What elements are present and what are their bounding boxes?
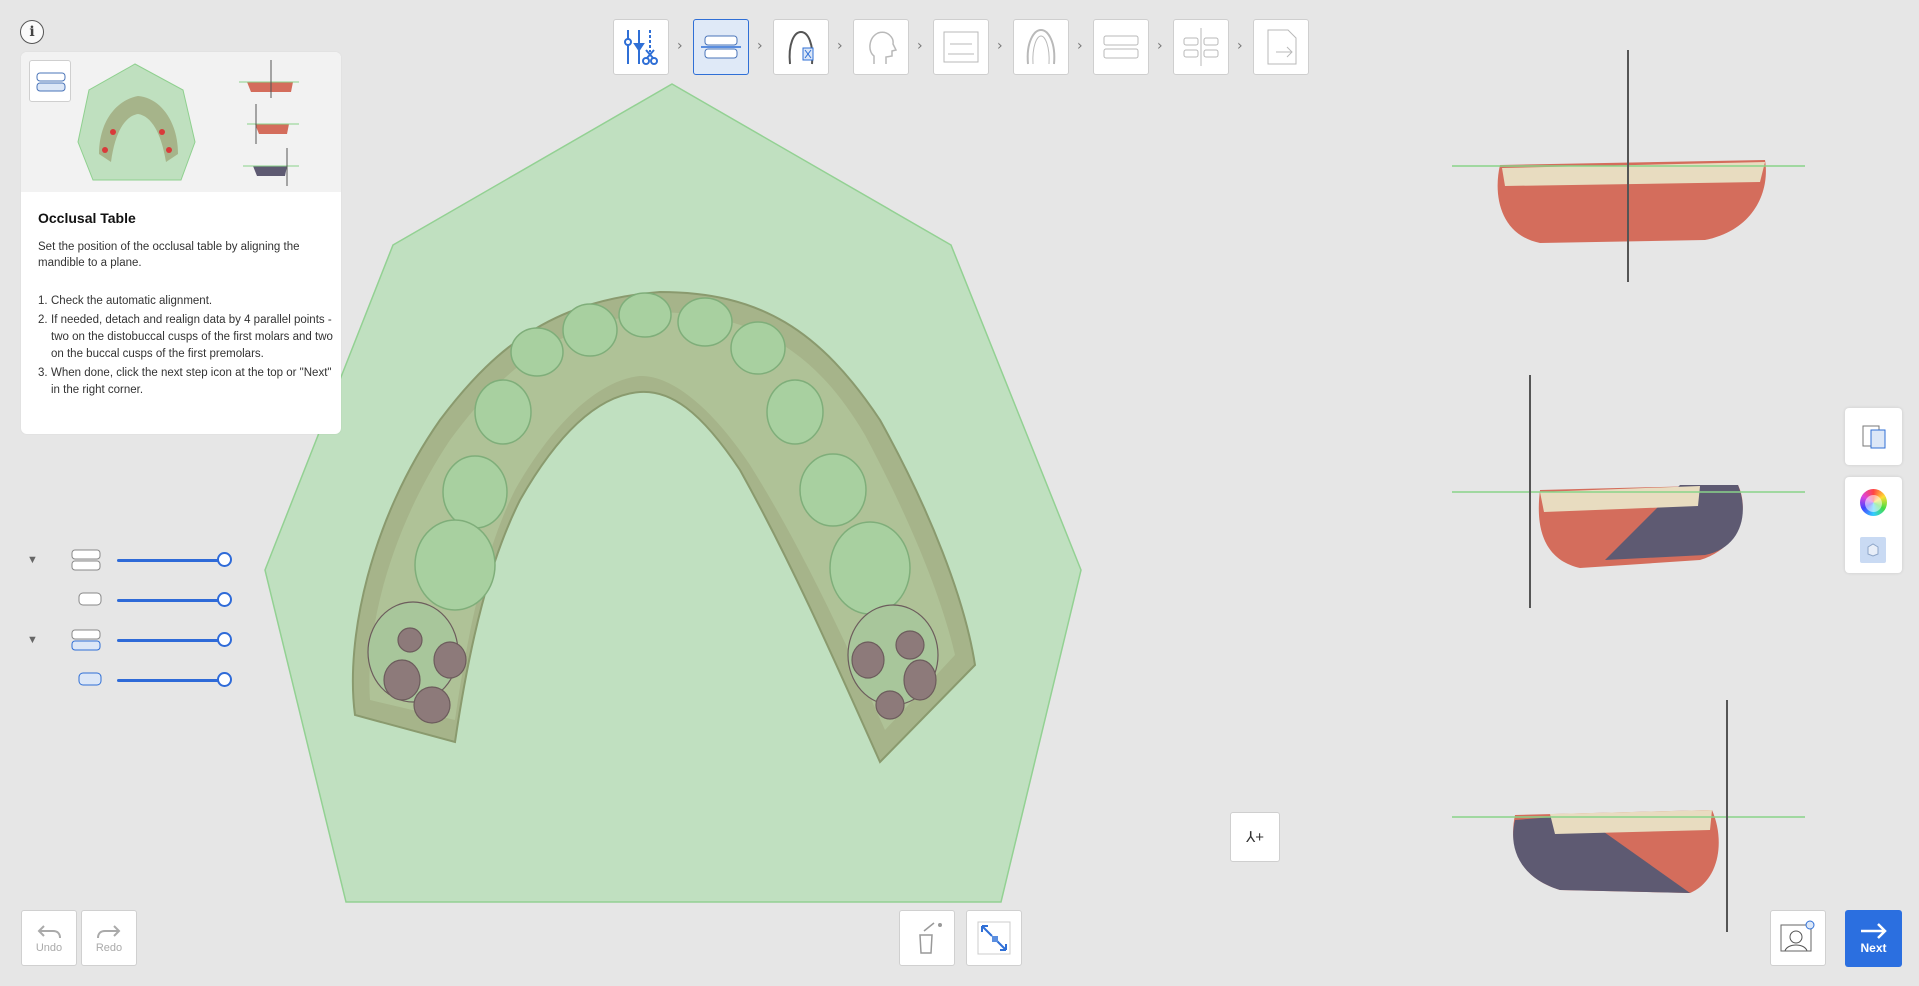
lower-jaw-icon <box>71 629 101 651</box>
undo-label: Undo <box>35 942 63 954</box>
step-chevron-icon: › <box>1077 38 1083 54</box>
data-trim-step-button[interactable] <box>613 19 669 75</box>
upper-jaw-icon <box>71 549 101 571</box>
guide-panel: Occlusal Table Set the position of the o… <box>21 52 341 434</box>
undo-icon <box>37 925 61 939</box>
collapse-upper-icon[interactable]: ▼ <box>27 554 38 566</box>
case-info-button[interactable] <box>1770 910 1826 966</box>
display-tools-group <box>1845 477 1902 573</box>
tooth-arch-icon <box>788 30 814 65</box>
step-chevron-icon: › <box>1237 38 1243 54</box>
step-chevron-icon: › <box>997 38 1003 54</box>
redo-button[interactable]: Redo <box>81 910 137 966</box>
guide-step: 2. If needed, detach and realign data by … <box>38 314 333 360</box>
eraser-tool-button[interactable] <box>899 910 955 966</box>
eraser-icon <box>919 922 942 954</box>
lower-jaw-sub-icon <box>78 672 102 686</box>
lower-jaw-sub-slider-track[interactable] <box>117 679 225 682</box>
collapse-lower-icon[interactable]: ▼ <box>27 634 38 646</box>
step-chevron-icon: › <box>917 38 923 54</box>
upper-jaw-sub-slider-track[interactable] <box>117 599 225 602</box>
side-view-preview-right <box>1452 700 1805 932</box>
lower-jaw-slider-knob[interactable] <box>217 632 232 647</box>
arrow-right-icon <box>1860 923 1887 939</box>
add-point-button[interactable]: ⅄+ <box>1230 812 1280 862</box>
lower-jaw-sub-slider-knob[interactable] <box>217 672 232 687</box>
occlusal-table-step-button[interactable] <box>693 19 749 75</box>
guide-step: 3. When done, click the next step icon at… <box>38 367 332 396</box>
step-chevron-icon: › <box>837 38 843 54</box>
guide-model-thumbnail <box>29 60 71 102</box>
articulator-icon <box>1103 35 1139 59</box>
arch-design-step-button[interactable] <box>1013 19 1069 75</box>
cbct-icon <box>943 31 979 63</box>
guide-steps: 1. Check the automatic alignment. 2. If ne… <box>38 293 333 401</box>
analysis-icon <box>1183 28 1219 66</box>
upper-jaw-slider-knob[interactable] <box>217 552 232 567</box>
face-scan-step-button[interactable] <box>853 19 909 75</box>
cbct-step-button[interactable] <box>933 19 989 75</box>
upper-jaw-sub-slider-knob[interactable] <box>217 592 232 607</box>
face-profile-icon <box>869 31 898 64</box>
step-chevron-icon: › <box>757 38 763 54</box>
fit-view-button[interactable] <box>966 910 1022 966</box>
tooth-setup-step-button[interactable] <box>773 19 829 75</box>
redo-icon <box>97 925 121 939</box>
side-view-preview-left <box>1452 375 1805 608</box>
guide-illustration <box>21 52 341 192</box>
export-step-button[interactable] <box>1253 19 1309 75</box>
view-layout-icon <box>1862 425 1885 448</box>
next-label: Next <box>1860 941 1887 955</box>
arch-icon <box>1026 28 1056 65</box>
export-document-icon <box>1267 29 1297 65</box>
upper-jaw-slider-track[interactable] <box>117 559 225 562</box>
next-button[interactable]: Next <box>1845 910 1902 967</box>
upper-jaw-sub-icon <box>78 592 102 606</box>
occlusal-table-icon <box>701 35 741 59</box>
doctor-info-icon <box>1780 920 1815 952</box>
cube-view-icon[interactable] <box>1860 537 1886 563</box>
guide-step: 1. Check the automatic alignment. <box>38 295 213 307</box>
step-chevron-icon: › <box>677 38 683 54</box>
undo-button[interactable]: Undo <box>21 910 77 966</box>
lower-jaw-slider-track[interactable] <box>117 639 225 642</box>
fit-view-icon <box>977 921 1011 955</box>
view-layout-button[interactable] <box>1845 408 1902 465</box>
redo-label: Redo <box>95 942 123 954</box>
analysis-step-button[interactable] <box>1173 19 1229 75</box>
trim-tools-icon <box>624 30 658 65</box>
guide-title: Occlusal Table <box>38 210 136 226</box>
articulator-step-button[interactable] <box>1093 19 1149 75</box>
front-view-preview <box>1452 50 1805 282</box>
guide-description: Set the position of the occlusal table b… <box>38 241 300 269</box>
occlusal-plane <box>264 83 1082 903</box>
step-chevron-icon: › <box>1157 38 1163 54</box>
